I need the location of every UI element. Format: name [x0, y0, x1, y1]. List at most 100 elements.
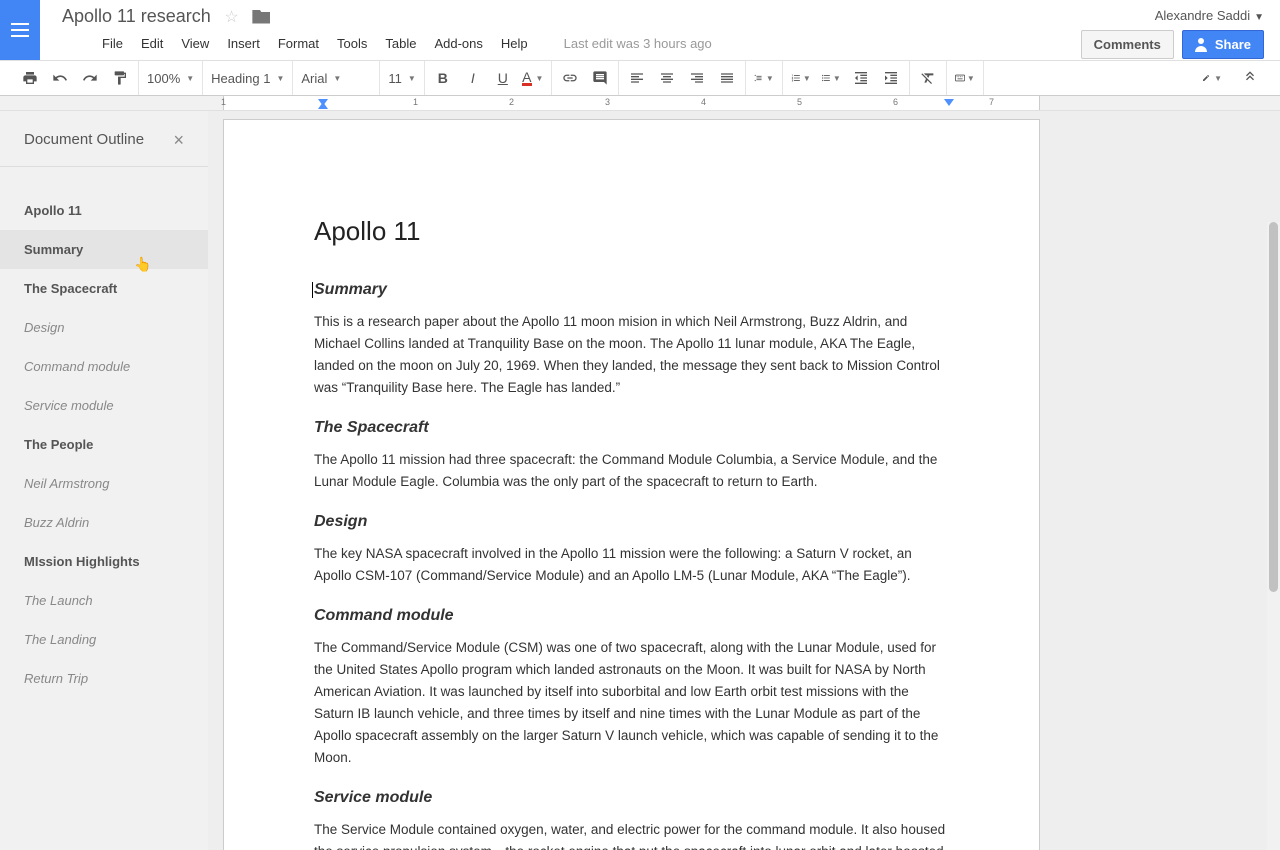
- doc-heading-h2[interactable]: The Spacecraft: [314, 419, 949, 437]
- caret-down-icon: ▼: [1214, 74, 1222, 83]
- doc-paragraph[interactable]: The key NASA spacecraft involved in the …: [314, 543, 949, 587]
- caret-down-icon: ▼: [833, 74, 841, 83]
- font-dropdown[interactable]: Arial▼: [301, 71, 371, 86]
- doc-heading-h2[interactable]: Summary: [314, 281, 949, 299]
- document-page[interactable]: Apollo 11 Summary This is a research pape…: [223, 119, 1040, 850]
- outline-item[interactable]: Design: [0, 308, 208, 347]
- font-size-dropdown[interactable]: 11▼: [388, 71, 415, 86]
- caret-down-icon: ▼: [1254, 12, 1264, 23]
- outline-item[interactable]: Return Trip: [0, 659, 208, 698]
- insert-link-icon[interactable]: [560, 68, 580, 88]
- scrollbar-thumb[interactable]: [1269, 222, 1278, 592]
- menu-file[interactable]: File: [102, 36, 123, 51]
- outline-item[interactable]: MIssion Highlights: [0, 542, 208, 581]
- increase-indent-icon[interactable]: [881, 68, 901, 88]
- folder-icon[interactable]: [252, 10, 270, 24]
- outline-title: Document Outline: [24, 131, 144, 148]
- bulleted-list-icon[interactable]: ▼: [821, 68, 841, 88]
- insert-comment-icon[interactable]: [590, 68, 610, 88]
- outline-item[interactable]: Buzz Aldrin: [0, 503, 208, 542]
- right-indent-marker[interactable]: [944, 99, 954, 106]
- ruler-tick: 3: [605, 97, 610, 107]
- document-title[interactable]: Apollo 11 research: [62, 6, 211, 27]
- caret-down-icon: ▼: [186, 74, 194, 83]
- caret-down-icon: ▼: [408, 74, 416, 83]
- doc-paragraph[interactable]: The Apollo 11 mission had three spacecra…: [314, 449, 949, 493]
- vertical-scrollbar[interactable]: [1267, 222, 1280, 850]
- docs-home-button[interactable]: [0, 0, 40, 60]
- align-center-icon[interactable]: [657, 68, 677, 88]
- paint-format-icon[interactable]: [110, 68, 130, 88]
- doc-heading-h2[interactable]: Command module: [314, 607, 949, 625]
- account-menu[interactable]: Alexandre Saddi ▼: [1155, 8, 1264, 23]
- page-canvas[interactable]: Apollo 11 Summary This is a research pape…: [223, 119, 1040, 850]
- doc-heading-h1[interactable]: Apollo 11: [314, 216, 949, 247]
- outline-item[interactable]: The Landing: [0, 620, 208, 659]
- editing-mode-icon[interactable]: ▼: [1202, 68, 1222, 88]
- workspace: Document Outline × Apollo 11SummaryThe S…: [0, 111, 1280, 850]
- ruler-tick: 5: [797, 97, 802, 107]
- menu-tools[interactable]: Tools: [337, 36, 367, 51]
- doc-paragraph[interactable]: The Service Module contained oxygen, wat…: [314, 819, 949, 850]
- outline-item[interactable]: The Spacecraft: [0, 269, 208, 308]
- redo-icon[interactable]: [80, 68, 100, 88]
- doc-heading-h2[interactable]: Design: [314, 513, 949, 531]
- caret-down-icon: ▼: [803, 74, 811, 83]
- decrease-indent-icon[interactable]: [851, 68, 871, 88]
- menu-format[interactable]: Format: [278, 36, 319, 51]
- input-tools-icon[interactable]: ▼: [955, 68, 975, 88]
- close-icon[interactable]: ×: [173, 133, 184, 147]
- outline-item[interactable]: The People: [0, 425, 208, 464]
- menu-view[interactable]: View: [181, 36, 209, 51]
- comments-button[interactable]: Comments: [1081, 30, 1174, 59]
- outline-item[interactable]: The Launch: [0, 581, 208, 620]
- ruler-tick: 1: [413, 97, 418, 107]
- ruler-tick: 6: [893, 97, 898, 107]
- align-right-icon[interactable]: [687, 68, 707, 88]
- outline-item[interactable]: Neil Armstrong: [0, 464, 208, 503]
- bold-icon[interactable]: B: [433, 68, 453, 88]
- menu-insert[interactable]: Insert: [227, 36, 260, 51]
- outline-item[interactable]: Service module: [0, 386, 208, 425]
- numbered-list-icon[interactable]: ▼: [791, 68, 811, 88]
- ruler-tick: 7: [989, 97, 994, 107]
- outline-item[interactable]: Command module: [0, 347, 208, 386]
- ruler-tick: 2: [509, 97, 514, 107]
- ruler-tick: 4: [701, 97, 706, 107]
- doc-paragraph[interactable]: The Command/Service Module (CSM) was one…: [314, 637, 949, 769]
- caret-down-icon: ▼: [766, 74, 774, 83]
- caret-down-icon: ▼: [276, 74, 284, 83]
- caret-down-icon: ▼: [967, 74, 975, 83]
- hamburger-icon: [11, 29, 29, 31]
- menu-help[interactable]: Help: [501, 36, 528, 51]
- star-icon[interactable]: ☆: [224, 7, 238, 27]
- left-indent-marker[interactable]: [318, 102, 328, 109]
- align-justify-icon[interactable]: [717, 68, 737, 88]
- underline-icon[interactable]: U: [493, 68, 513, 88]
- menu-addons[interactable]: Add-ons: [434, 36, 482, 51]
- undo-icon[interactable]: [50, 68, 70, 88]
- italic-icon[interactable]: I: [463, 68, 483, 88]
- menu-edit[interactable]: Edit: [141, 36, 163, 51]
- ruler[interactable]: 1 1 2 3 4 5 6 7: [0, 96, 1280, 111]
- print-icon[interactable]: [20, 68, 40, 88]
- doc-heading-h2[interactable]: Service module: [314, 789, 949, 807]
- line-spacing-icon[interactable]: ▼: [754, 68, 774, 88]
- zoom-dropdown[interactable]: 100%▼: [147, 71, 194, 86]
- toolbar: 100%▼ Heading 1▼ Arial▼ 11▼ B I U A▼ ▼ ▼…: [0, 60, 1280, 96]
- doc-paragraph[interactable]: This is a research paper about the Apoll…: [314, 311, 949, 399]
- menu-table[interactable]: Table: [385, 36, 416, 51]
- outline-item[interactable]: Summary: [0, 230, 208, 269]
- outline-item[interactable]: Apollo 11: [0, 191, 208, 230]
- clear-formatting-icon[interactable]: [918, 68, 938, 88]
- menu-bar: File Edit View Insert Format Tools Table…: [102, 36, 712, 51]
- text-color-icon[interactable]: A▼: [523, 68, 543, 88]
- document-outline-panel: Document Outline × Apollo 11SummaryThe S…: [0, 111, 208, 850]
- ruler-page-area: [223, 96, 1040, 110]
- user-name: Alexandre Saddi: [1155, 8, 1250, 23]
- paragraph-style-dropdown[interactable]: Heading 1▼: [211, 71, 284, 86]
- last-edit-label[interactable]: Last edit was 3 hours ago: [564, 36, 712, 51]
- hide-menus-icon[interactable]: [1240, 68, 1260, 88]
- align-left-icon[interactable]: [627, 68, 647, 88]
- share-button[interactable]: Share: [1182, 30, 1264, 59]
